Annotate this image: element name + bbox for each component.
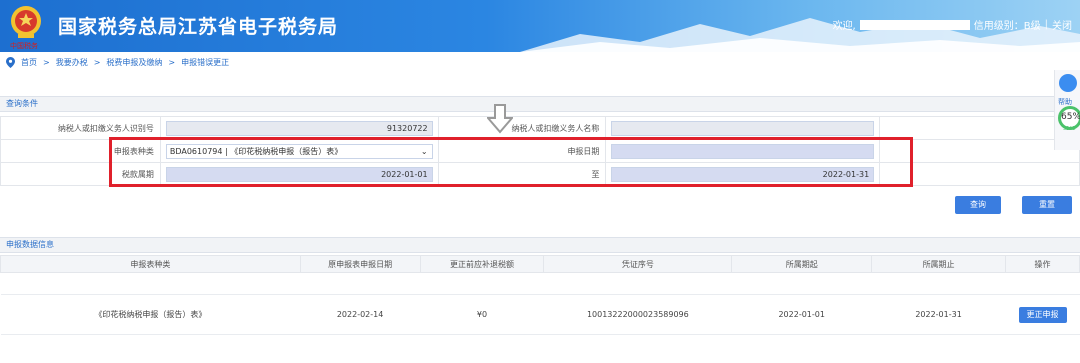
app-page: 中国税务 国家税务总局江苏省电子税务局 欢迎, 信用级别：B级 | 关闭 首页 … <box>0 0 1080 363</box>
table-header-row: 申报表种类 原申报表申报日期 更正前应补退税额 凭证序号 所属期起 所属期止 操… <box>0 255 1080 273</box>
temperature-label: 35°C <box>1063 126 1076 132</box>
breadcrumb-arrow: > <box>168 57 176 67</box>
column-header: 更正前应补退税额 <box>419 255 545 273</box>
breadcrumb-arrow: > <box>93 57 101 67</box>
breadcrumb-correction[interactable]: 申报错误更正 <box>181 57 229 68</box>
breadcrumb-declare-pay[interactable]: 税费申报及缴纳 <box>106 57 162 68</box>
cell-form-type: 《印花税纳税申报（报告）表》 <box>0 294 301 335</box>
side-widget: 帮助 65% 35°C <box>1054 70 1080 150</box>
location-pin-icon <box>6 56 15 68</box>
credit-level: 信用级别：B级 <box>973 21 1041 32</box>
taxpayer-name-field[interactable] <box>611 121 875 136</box>
user-bar: 欢迎, 信用级别：B级 | 关闭 <box>833 17 1072 32</box>
breadcrumb: 首页 > 我要办税 > 税费申报及缴纳 > 申报错误更正 <box>0 52 1080 72</box>
column-header: 操作 <box>1005 255 1080 273</box>
column-header: 凭证序号 <box>543 255 733 273</box>
taxpayer-id-field[interactable]: 91320722 <box>165 121 433 136</box>
redacted-username <box>859 19 970 30</box>
breadcrumb-home[interactable]: 首页 <box>21 57 37 68</box>
query-button[interactable]: 查询 <box>955 196 1001 214</box>
breadcrumb-arrow: > <box>43 57 50 67</box>
separator: | <box>1044 19 1048 30</box>
brand-script: 中国税务 <box>10 42 38 50</box>
table-row: 《印花税纳税申报（报告）表》 2022-02-14 ¥0 10013222000… <box>0 294 1080 335</box>
column-header: 所属期止 <box>871 255 1006 273</box>
breadcrumb-tax-service[interactable]: 我要办税 <box>56 57 88 68</box>
site-title: 国家税务总局江苏省电子税务局 <box>58 16 339 38</box>
header-banner: 中国税务 国家税务总局江苏省电子税务局 欢迎, 信用级别：B级 | 关闭 <box>0 0 1080 52</box>
cell-period-start: 2022-01-01 <box>731 294 872 335</box>
customer-service-icon[interactable] <box>1059 74 1077 92</box>
correct-declaration-button[interactable]: 更正申报 <box>1018 306 1067 323</box>
column-header: 原申报表申报日期 <box>299 255 421 273</box>
down-arrow-annotation-icon <box>487 104 513 134</box>
tax-emblem-icon <box>11 6 41 38</box>
reset-button[interactable]: 重置 <box>1022 196 1072 214</box>
results-table: 申报表种类 原申报表申报日期 更正前应补退税额 凭证序号 所属期起 所属期止 操… <box>0 255 1080 335</box>
results-section-title: 申报数据信息 <box>0 237 1080 253</box>
query-section-title: 查询条件 <box>0 96 1080 112</box>
close-link[interactable]: 关闭 <box>1052 17 1072 32</box>
highlight-box <box>109 137 913 187</box>
column-header: 所属期起 <box>731 255 873 273</box>
cell-period-end: 2022-01-31 <box>871 294 1006 335</box>
cell-amount: ¥0 <box>420 294 544 335</box>
cell-declare-date: 2022-02-14 <box>300 294 421 335</box>
column-header: 申报表种类 <box>0 255 301 273</box>
cell-voucher-no: 10013222000023589096 <box>543 294 732 335</box>
welcome-text: 欢迎, <box>832 21 856 32</box>
